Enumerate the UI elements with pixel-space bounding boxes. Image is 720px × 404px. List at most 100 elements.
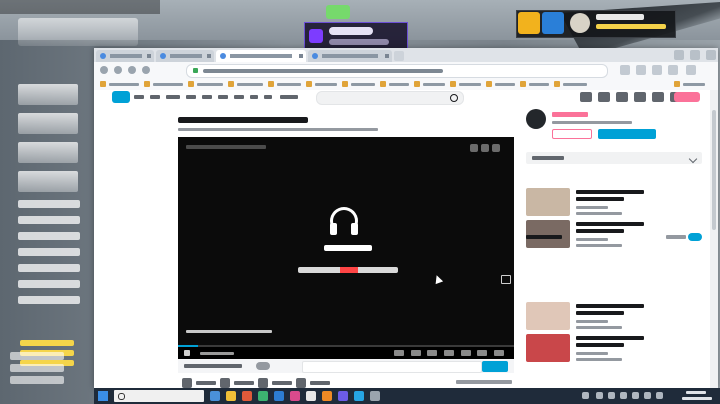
recommendation-title[interactable] [576,336,644,340]
weather-icon[interactable] [582,392,589,399]
recommendation-item[interactable] [526,334,702,366]
browser-tab[interactable] [308,50,392,62]
taskbar-app-icon[interactable] [306,391,316,401]
speed-selector[interactable] [410,350,421,356]
vip-icon[interactable] [580,92,592,102]
taskbar-app-icon[interactable] [322,391,332,401]
taskbar-app-icon[interactable] [370,391,380,401]
progress-bar[interactable] [178,345,514,347]
taskbar-app-icon[interactable] [226,391,236,401]
bookmark-item[interactable] [520,81,549,87]
subtitle-toggle[interactable] [427,350,438,356]
recommendation-title[interactable] [576,304,644,308]
picture-in-picture-icon[interactable] [501,275,511,284]
widescreen-icon[interactable] [477,350,488,356]
bookmark-item[interactable] [674,81,705,87]
input-method-icon[interactable] [656,392,663,399]
taskbar-app-icon[interactable] [290,391,300,401]
recommendation-item[interactable] [526,188,702,220]
report-links[interactable] [456,380,512,384]
menu-item-big-1[interactable] [18,84,78,105]
nav-link[interactable] [186,95,196,99]
nav-link[interactable] [218,95,228,99]
uploader-avatar[interactable] [526,109,546,129]
tray-icon[interactable] [596,392,603,399]
bookmark-item[interactable] [414,81,445,87]
close-icon[interactable] [207,54,211,58]
bookmark-item[interactable] [486,81,515,87]
scrollbar-thumb[interactable] [712,110,716,230]
follow-hint-accent[interactable] [340,267,358,273]
menu-item-big-4[interactable] [18,171,78,192]
recommendation-item[interactable] [526,302,702,334]
bilibili-logo[interactable] [112,91,130,103]
upload-button[interactable] [674,92,700,102]
system-clock[interactable] [682,391,712,401]
share-action[interactable] [296,378,330,388]
close-icon[interactable] [147,54,151,58]
site-search-input[interactable] [316,91,464,105]
coin-action[interactable] [220,378,254,388]
settings-icon[interactable] [460,350,471,356]
home-icon[interactable] [142,66,150,74]
bookmark-item[interactable] [380,81,409,87]
nav-link[interactable] [250,95,258,99]
bookmark-item[interactable] [450,81,481,87]
recommendation-thumbnail[interactable] [526,188,570,216]
taskbar-app-icon[interactable] [274,391,284,401]
bookmark-item[interactable] [144,81,183,87]
menu-item-small-7[interactable] [18,296,80,304]
minimize-icon[interactable] [674,50,684,60]
close-icon[interactable] [385,54,389,58]
nav-link[interactable] [264,95,272,99]
recommendation-title[interactable] [576,222,644,226]
extension-icon[interactable] [668,65,678,75]
volume-icon[interactable] [443,350,454,356]
fullscreen-icon[interactable] [493,350,504,356]
follow-button[interactable] [598,129,656,139]
volume-icon[interactable] [632,392,639,399]
bookmark-item[interactable] [228,81,263,87]
menu-item-big-3[interactable] [18,142,78,163]
taskbar-search-input[interactable] [114,390,204,402]
close-icon[interactable] [299,54,303,58]
menu-item-big-2[interactable] [18,113,78,134]
recommendation-thumbnail[interactable] [526,334,570,362]
close-window-icon[interactable] [706,50,716,60]
dynamic-icon[interactable] [616,92,628,102]
message-icon[interactable] [598,92,610,102]
menu-item-small-5[interactable] [18,264,80,272]
nav-link[interactable] [166,95,180,99]
nav-link[interactable] [150,95,160,99]
search-icon[interactable] [450,94,458,102]
favorites-icon[interactable] [634,92,646,102]
favorite-action[interactable] [258,378,292,388]
uploader-name[interactable] [552,112,588,117]
recommendation-title[interactable] [576,197,624,201]
friends-button[interactable] [542,12,564,34]
input-method-icon[interactable] [644,392,651,399]
bookmark-item[interactable] [342,81,375,87]
menu-item-small-6[interactable] [18,280,80,288]
extension-icon[interactable] [636,65,646,75]
autoplay-toggle[interactable] [688,233,702,241]
menu-item-small-2[interactable] [18,216,80,224]
quality-selector[interactable] [394,350,404,356]
reload-icon[interactable] [128,66,136,74]
play-icon[interactable] [184,350,190,356]
tray-icon[interactable] [608,392,615,399]
nav-link[interactable] [202,95,212,99]
bookmark-item[interactable] [188,81,223,87]
taskbar-app-icon[interactable] [210,391,220,401]
forward-icon[interactable] [114,66,122,74]
avatar[interactable] [570,13,590,33]
recommendation-thumbnail[interactable] [526,302,570,330]
gift-button[interactable] [518,12,540,34]
taskbar-app-icon[interactable] [338,391,348,401]
danmaku-input[interactable] [302,361,482,373]
danmaku-send-button[interactable] [482,361,508,372]
recommendation-title[interactable] [576,190,644,194]
charge-button[interactable] [552,129,592,139]
extension-icon[interactable] [620,65,630,75]
menu-item-small-3[interactable] [18,232,80,240]
